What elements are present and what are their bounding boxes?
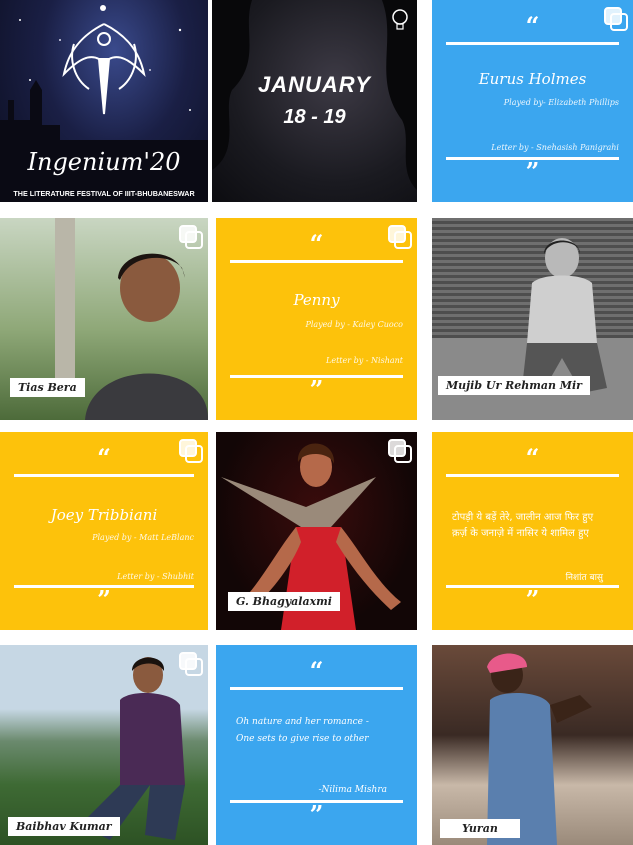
tree-silhouette	[212, 0, 417, 190]
letter-card-joey-tribbiani[interactable]: “ Joey Tribbiani Played by - Matt LeBlan…	[0, 432, 208, 630]
poster-dates-tile[interactable]: JANUARY 18 - 19	[212, 0, 417, 202]
lightbulb-logo-icon	[392, 9, 408, 30]
played-by: Played by - Kaley Cuoco	[305, 320, 403, 329]
verse-line-2: क़र्ज़ के जनाज़े में नासिर ये शामिल हुए	[452, 528, 589, 539]
close-quote-icon: ”	[525, 585, 540, 614]
multiple-posts-icon	[179, 225, 203, 249]
multiple-posts-icon	[179, 652, 203, 676]
verse-line-1: टोपड़ी ये बड़ें तेरे, जालीन आज फिर हुए	[452, 512, 594, 523]
letter-by: Letter by - Nishant	[326, 356, 403, 365]
divider-top	[230, 687, 403, 690]
open-quote-icon: “	[309, 656, 324, 685]
played-by: Played by - Matt LeBlanc	[92, 533, 194, 542]
photo-baibhav-kumar[interactable]: Baibhav Kumar	[0, 645, 208, 845]
close-quote-icon: ”	[525, 157, 540, 186]
letter-card-nilima-mishra[interactable]: “ Oh nature and her romance - One sets t…	[216, 645, 417, 845]
verse-line-2: One sets to give rise to other	[236, 734, 369, 744]
open-quote-icon: “	[97, 443, 111, 472]
person-silhouette	[80, 657, 185, 840]
played-by: Played by- Elizabeth Phillips	[503, 98, 619, 107]
photo-caption: G. Bhagyalaxmi	[228, 592, 340, 611]
photo-caption: Baibhav Kumar	[8, 817, 120, 836]
photo-caption: Mujib Ur Rehman Mir	[438, 376, 590, 395]
quill-phoenix-logo-icon	[62, 23, 146, 115]
poster-tagline: THE LITERATURE FESTIVAL OF IIIT-BHUBANES…	[13, 189, 195, 198]
letter-card-penny[interactable]: “ Penny Played by - Kaley Cuoco Letter b…	[216, 218, 417, 420]
letter-card-hindi-verse[interactable]: “ टोपड़ी ये बड़ें तेरे, जालीन आज फिर हुए…	[432, 432, 633, 630]
divider-top	[14, 474, 194, 477]
open-quote-icon: “	[309, 229, 324, 258]
multiple-posts-icon	[604, 7, 628, 31]
close-quote-icon: ”	[97, 585, 111, 614]
date-month: JANUARY	[258, 72, 371, 97]
photo-caption: Yuran	[440, 819, 520, 838]
photo-tias-bera[interactable]: Tias Bera	[0, 218, 208, 420]
divider-top	[446, 474, 619, 477]
letter-by: Letter by - Shubhit	[117, 572, 194, 581]
open-quote-icon: “	[525, 11, 540, 40]
poster-ingenium-tile[interactable]: Ingenium'20 THE LITERATURE FESTIVAL OF I…	[0, 0, 208, 202]
person-silhouette	[487, 653, 592, 845]
close-quote-icon: ”	[309, 800, 324, 829]
poster-title: Ingenium'20	[27, 148, 181, 176]
divider-top	[230, 260, 403, 263]
open-quote-icon: “	[525, 443, 540, 472]
character-name: Eurus Holmes	[478, 70, 587, 88]
date-days: 18 - 19	[283, 106, 346, 128]
photo-yuran[interactable]: Yuran	[432, 645, 633, 845]
verse-author: -Nilima Mishra	[318, 785, 388, 795]
photo-g-bhagyalaxmi[interactable]: G. Bhagyalaxmi	[216, 432, 417, 630]
photo-caption: Tias Bera	[10, 378, 85, 397]
multiple-posts-icon	[179, 439, 203, 463]
character-name: Penny	[293, 291, 340, 309]
verse-line-1: Oh nature and her romance -	[236, 717, 369, 727]
letter-by: Letter by - Snehasish Panigrahi	[491, 143, 619, 152]
letter-card-eurus-holmes[interactable]: “ Eurus Holmes Played by- Elizabeth Phil…	[432, 0, 633, 202]
verse-author: निशांत बासु	[565, 573, 603, 583]
close-quote-icon: ”	[309, 375, 324, 404]
character-name: Joey Tribbiani	[50, 506, 158, 524]
photo-mujib-ur-rehman-mir[interactable]: Mujib Ur Rehman Mir	[432, 218, 633, 420]
multiple-posts-icon	[388, 225, 412, 249]
divider-top	[446, 42, 619, 45]
multiple-posts-icon	[388, 439, 412, 463]
